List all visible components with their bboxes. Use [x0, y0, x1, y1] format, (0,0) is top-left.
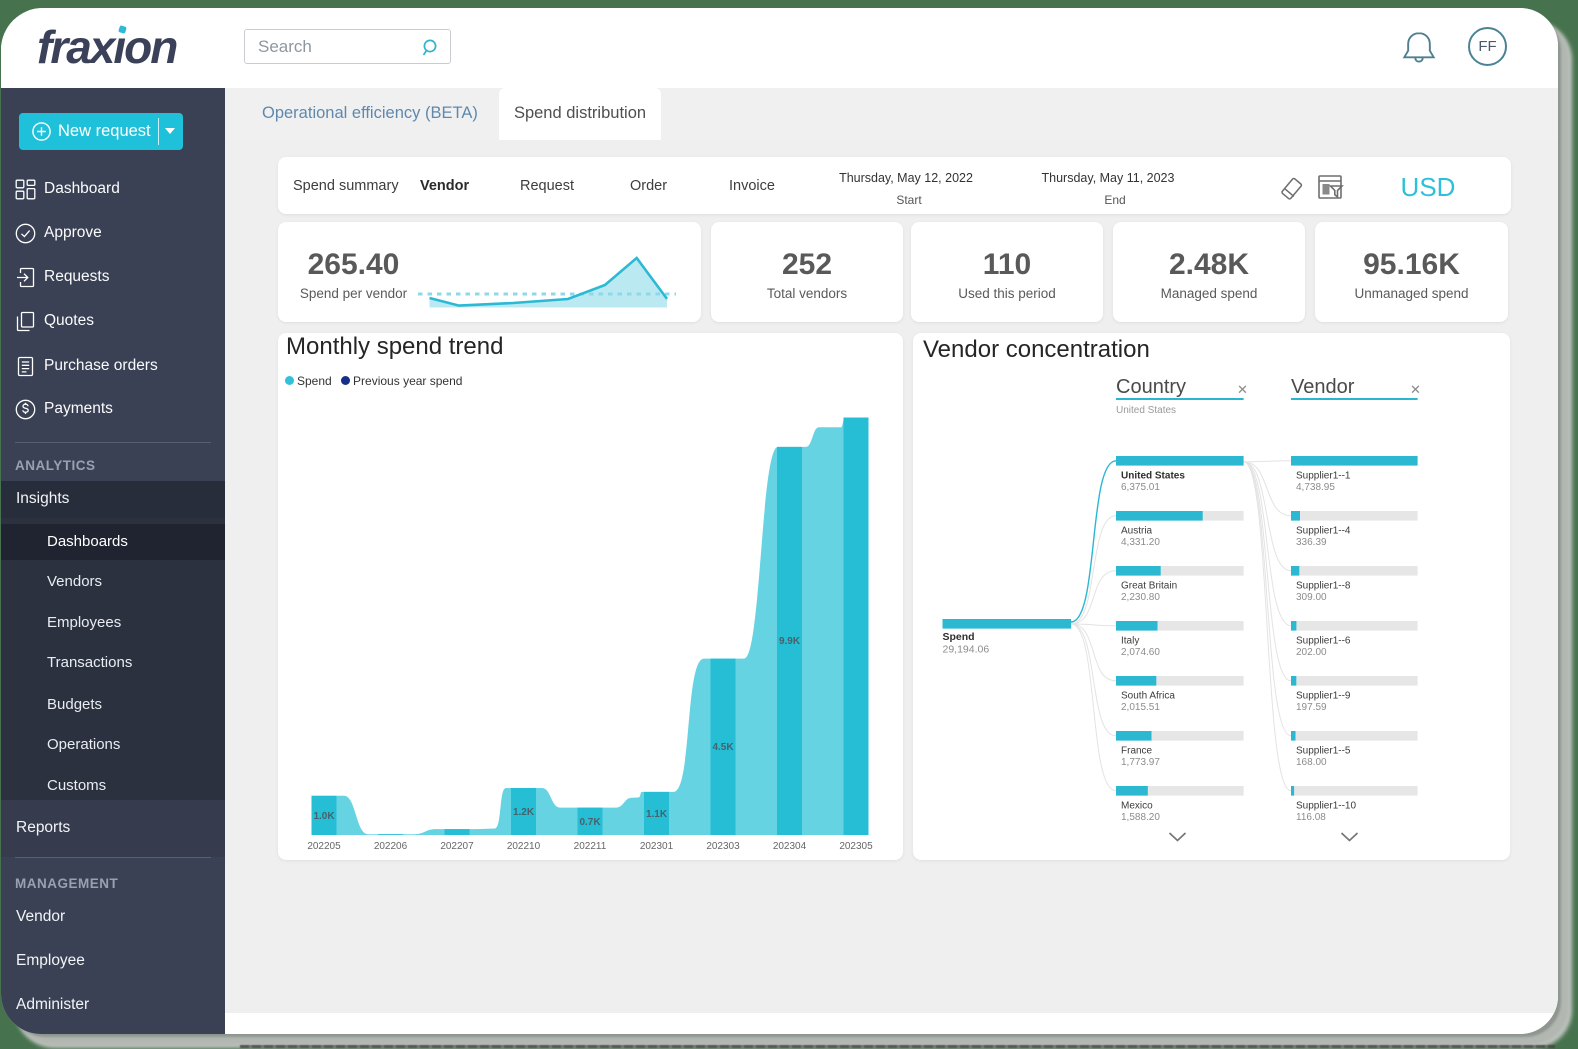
svg-text:202.00: 202.00	[1296, 647, 1327, 658]
svg-text:Supplier1--5: Supplier1--5	[1296, 746, 1351, 757]
svg-text:202304: 202304	[773, 841, 807, 852]
svg-text:Italy: Italy	[1121, 636, 1139, 647]
svg-text:202305: 202305	[839, 841, 873, 852]
svg-text:2,015.51: 2,015.51	[1121, 702, 1160, 713]
svg-text:United States: United States	[1116, 405, 1176, 416]
svg-text:202206: 202206	[374, 841, 408, 852]
svg-text:Austria: Austria	[1121, 526, 1153, 537]
svg-text:116.08: 116.08	[1296, 812, 1326, 823]
svg-text:168.00: 168.00	[1296, 757, 1327, 768]
svg-text:Supplier1--1: Supplier1--1	[1296, 471, 1351, 482]
svg-text:202207: 202207	[440, 841, 474, 852]
svg-text:202211: 202211	[574, 841, 607, 852]
svg-text:France: France	[1121, 746, 1153, 757]
svg-text:Great Britain: Great Britain	[1121, 581, 1177, 592]
svg-text:197.59: 197.59	[1296, 702, 1327, 713]
svg-text:202303: 202303	[706, 841, 740, 852]
svg-text:Country: Country	[1116, 376, 1186, 398]
svg-text:29,194.06: 29,194.06	[943, 644, 990, 656]
svg-text:✕: ✕	[1237, 382, 1248, 397]
svg-text:4,738.95: 4,738.95	[1296, 482, 1335, 493]
svg-text:1.2K: 1.2K	[513, 807, 535, 818]
svg-text:1.0K: 1.0K	[313, 811, 335, 822]
svg-text:United States: United States	[1121, 471, 1185, 482]
svg-text:Supplier1--6: Supplier1--6	[1296, 636, 1351, 647]
svg-text:2,230.80: 2,230.80	[1121, 592, 1160, 603]
svg-text:4.5K: 4.5K	[712, 742, 734, 753]
svg-text:336.39: 336.39	[1296, 537, 1327, 548]
svg-text:South Africa: South Africa	[1121, 691, 1175, 702]
svg-text:1,773.97: 1,773.97	[1121, 757, 1160, 768]
svg-text:Spend: Spend	[943, 631, 975, 643]
svg-text:6,375.01: 6,375.01	[1121, 482, 1160, 493]
svg-text:202301: 202301	[640, 841, 674, 852]
svg-text:0.7K: 0.7K	[579, 817, 601, 828]
svg-text:Supplier1--4: Supplier1--4	[1296, 526, 1351, 537]
svg-text:Supplier1--8: Supplier1--8	[1296, 581, 1351, 592]
svg-text:9.9K: 9.9K	[779, 636, 801, 647]
svg-text:202205: 202205	[307, 841, 341, 852]
svg-text:✕: ✕	[1410, 382, 1421, 397]
svg-text:Mexico: Mexico	[1121, 801, 1153, 812]
svg-text:1.1K: 1.1K	[646, 809, 668, 820]
svg-text:Supplier1--10: Supplier1--10	[1296, 801, 1356, 812]
svg-text:Vendor: Vendor	[1291, 376, 1355, 398]
svg-text:1,588.20: 1,588.20	[1121, 812, 1160, 823]
svg-text:202210: 202210	[507, 841, 541, 852]
svg-text:4,331.20: 4,331.20	[1121, 537, 1160, 548]
svg-text:309.00: 309.00	[1296, 592, 1327, 603]
svg-text:2,074.60: 2,074.60	[1121, 647, 1160, 658]
svg-text:Supplier1--9: Supplier1--9	[1296, 691, 1351, 702]
